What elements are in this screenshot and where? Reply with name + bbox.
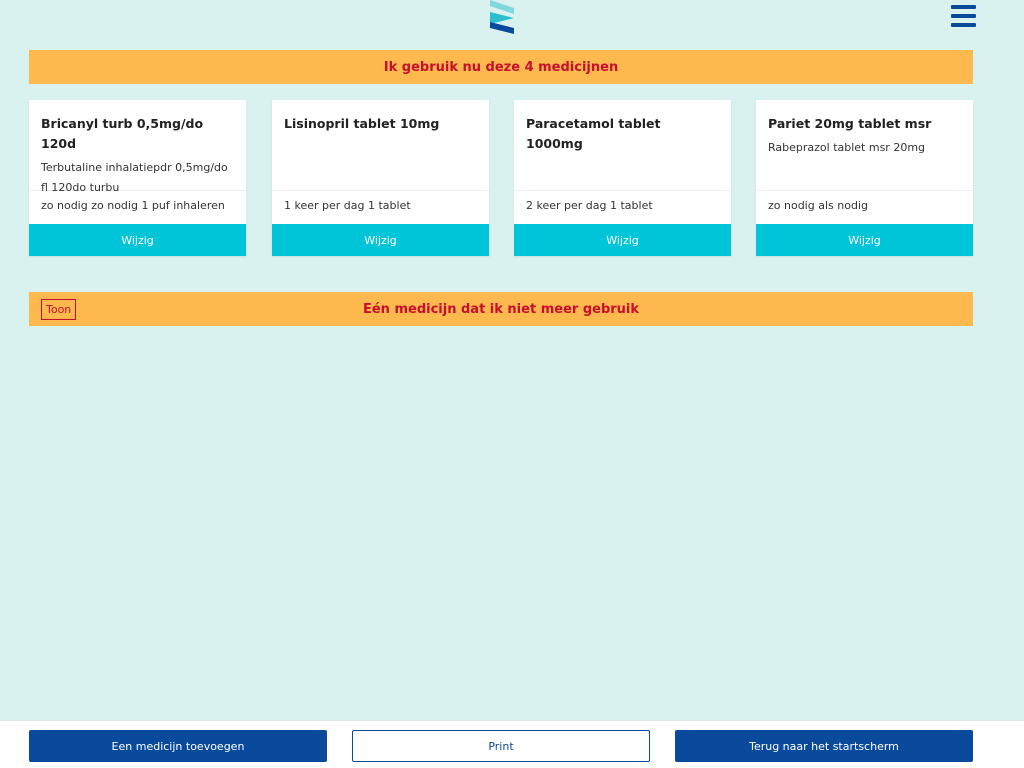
medication-dosage: 2 keer per dag 1 tablet [526,199,653,212]
menu-bar [951,14,976,18]
medication-card-body: Pariet 20mg tablet msr Rabeprazol tablet… [756,100,973,191]
medication-card: Paracetamol tablet 1000mg 2 keer per dag… [514,100,731,256]
medication-overview-page: Ik gebruik nu deze 4 medicijnen Bricanyl… [0,0,1024,768]
medication-name: Bricanyl turb 0,5mg/do 120d [41,116,204,151]
medication-card: Pariet 20mg tablet msr Rabeprazol tablet… [756,100,973,256]
edit-medication-button[interactable]: Wijzig [756,224,973,256]
medication-name: Paracetamol tablet 1000mg [526,116,661,151]
current-medications-banner: Ik gebruik nu deze 4 medicijnen [29,50,973,84]
medication-name: Pariet 20mg tablet msr [768,116,932,131]
menu-bar [951,5,976,9]
medication-card-body: Lisinopril tablet 10mg [272,100,489,191]
show-stopped-medications-button[interactable]: Toon [41,299,77,320]
print-button[interactable]: Print [352,730,650,762]
menu-bar [951,23,976,27]
footer-action-bar: Een medicijn toevoegen Print Terug naar … [0,720,1024,768]
medication-card-body: Bricanyl turb 0,5mg/do 120d Terbutaline … [29,100,246,194]
brand-logo-icon[interactable] [488,0,516,34]
back-to-home-button[interactable]: Terug naar het startscherm [675,730,973,762]
edit-medication-button[interactable]: Wijzig [29,224,246,256]
medication-description: Rabeprazol tablet msr 20mg [768,141,926,154]
medication-card: Lisinopril tablet 10mg 1 keer per dag 1 … [272,100,489,256]
add-medication-button[interactable]: Een medicijn toevoegen [29,730,327,762]
medication-card: Bricanyl turb 0,5mg/do 120d Terbutaline … [29,100,246,256]
edit-medication-button[interactable]: Wijzig [272,224,489,256]
medication-dosage: 1 keer per dag 1 tablet [284,199,411,212]
hamburger-menu-icon[interactable] [951,5,976,27]
edit-medication-button[interactable]: Wijzig [514,224,731,256]
medication-card-body: Paracetamol tablet 1000mg [514,100,731,191]
medication-name: Lisinopril tablet 10mg [284,116,440,131]
medication-card-list: Bricanyl turb 0,5mg/do 120d Terbutaline … [29,100,973,256]
current-medications-title: Ik gebruik nu deze 4 medicijnen [383,59,619,75]
stopped-medications-banner: Toon Eén medicijn dat ik niet meer gebru… [29,292,973,326]
stopped-medications-title: Eén medicijn dat ik niet meer gebruik [362,301,640,317]
medication-dosage: zo nodig als nodig [768,199,868,212]
